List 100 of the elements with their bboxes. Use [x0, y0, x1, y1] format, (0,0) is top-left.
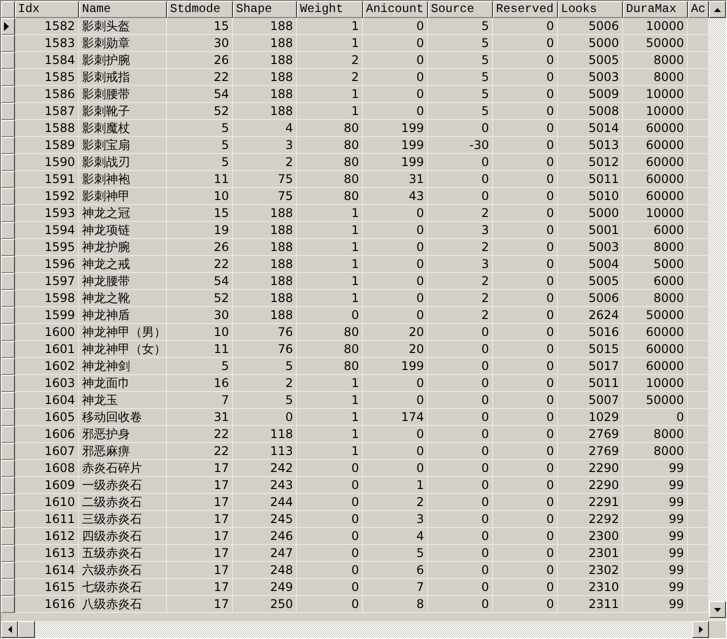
- row-indicator[interactable]: [1, 35, 15, 52]
- table-cell: 1614: [15, 562, 79, 579]
- horizontal-scrollbar[interactable]: [1, 621, 709, 638]
- table-cell: 60000: [623, 120, 688, 137]
- column-header[interactable]: Name: [79, 1, 167, 18]
- row-indicator[interactable]: [1, 222, 15, 239]
- row-indicator[interactable]: [1, 409, 15, 426]
- column-header[interactable]: Weight: [297, 1, 363, 18]
- table-cell: 99: [623, 511, 688, 528]
- scroll-up-button[interactable]: [709, 1, 726, 18]
- table-cell: 1582: [15, 18, 79, 35]
- table-cell: 20: [363, 341, 428, 358]
- row-indicator[interactable]: [1, 239, 15, 256]
- table-cell: 10000: [623, 86, 688, 103]
- table-cell: 19: [167, 222, 233, 239]
- row-indicator[interactable]: [1, 426, 15, 443]
- row-indicator[interactable]: [1, 137, 15, 154]
- table-cell: 0: [493, 35, 558, 52]
- row-indicator[interactable]: [1, 52, 15, 69]
- table-cell: 5003: [558, 69, 623, 86]
- column-header[interactable]: Stdmode: [167, 1, 233, 18]
- row-indicator[interactable]: [1, 545, 15, 562]
- column-header[interactable]: Source: [428, 1, 493, 18]
- row-indicator[interactable]: [1, 511, 15, 528]
- row-indicator[interactable]: [1, 494, 15, 511]
- table-cell: 249: [233, 579, 297, 596]
- table-cell: 2624: [558, 307, 623, 324]
- row-indicator[interactable]: [1, 256, 15, 273]
- table-cell: 0: [297, 528, 363, 545]
- row-indicator[interactable]: [1, 18, 15, 35]
- table-cell: 1604: [15, 392, 79, 409]
- column-header[interactable]: Idx: [15, 1, 79, 18]
- column-header[interactable]: Looks: [558, 1, 623, 18]
- table-cell: 1597: [15, 273, 79, 290]
- row-indicator[interactable]: [1, 358, 15, 375]
- table-cell: 17: [167, 494, 233, 511]
- table-cell: 5016: [558, 324, 623, 341]
- row-indicator[interactable]: [1, 460, 15, 477]
- row-indicator[interactable]: [1, 205, 15, 222]
- table-cell: 30: [167, 307, 233, 324]
- row-indicator[interactable]: [1, 171, 15, 188]
- table-cell: 5: [363, 545, 428, 562]
- table-cell: 76: [233, 324, 297, 341]
- table-cell: 二级赤炎石: [79, 494, 167, 511]
- row-indicator[interactable]: [1, 154, 15, 171]
- row-indicator[interactable]: [1, 120, 15, 137]
- column-header[interactable]: Reserved: [493, 1, 558, 18]
- scrollbar-thumb[interactable]: [18, 621, 35, 638]
- table-cell: 0: [493, 528, 558, 545]
- table-cell: 5: [167, 154, 233, 171]
- row-indicator[interactable]: [1, 69, 15, 86]
- row-indicator[interactable]: [1, 86, 15, 103]
- table-cell: 5: [233, 392, 297, 409]
- table-cell: 188: [233, 222, 297, 239]
- table-cell: 0: [363, 239, 428, 256]
- row-indicator[interactable]: [1, 307, 15, 324]
- table-cell: 0: [297, 562, 363, 579]
- table-cell: 1610: [15, 494, 79, 511]
- row-indicator[interactable]: [1, 562, 15, 579]
- table-cell: 0: [297, 307, 363, 324]
- scroll-down-button[interactable]: [709, 601, 726, 618]
- table-cell: 1600: [15, 324, 79, 341]
- table-cell: 5009: [558, 86, 623, 103]
- row-indicator[interactable]: [1, 188, 15, 205]
- table-cell: 245: [233, 511, 297, 528]
- table-cell: 神龙之冠: [79, 205, 167, 222]
- table-cell: 2290: [558, 460, 623, 477]
- row-indicator[interactable]: [1, 443, 15, 460]
- row-indicator[interactable]: [1, 528, 15, 545]
- table-cell: 5: [167, 120, 233, 137]
- row-indicator[interactable]: [1, 324, 15, 341]
- table-cell: 0: [233, 409, 297, 426]
- row-indicator[interactable]: [1, 103, 15, 120]
- row-indicator[interactable]: [1, 596, 15, 613]
- table-cell: 0: [363, 460, 428, 477]
- table-cell: 2: [428, 239, 493, 256]
- row-indicator[interactable]: [1, 341, 15, 358]
- column-header[interactable]: Shape: [233, 1, 297, 18]
- table-cell: 5: [167, 358, 233, 375]
- column-header[interactable]: Anicount: [363, 1, 428, 18]
- table-cell: 1: [297, 239, 363, 256]
- vertical-scrollbar[interactable]: [709, 1, 726, 621]
- scroll-right-button[interactable]: [692, 621, 709, 638]
- row-indicator[interactable]: [1, 290, 15, 307]
- table-cell: 60000: [623, 137, 688, 154]
- column-header[interactable]: Ac: [688, 1, 709, 18]
- table-cell: 5006: [558, 18, 623, 35]
- row-indicator[interactable]: [1, 375, 15, 392]
- row-indicator[interactable]: [1, 579, 15, 596]
- column-header[interactable]: DuraMax: [623, 1, 688, 18]
- scroll-left-button[interactable]: [1, 621, 18, 638]
- table-cell: 1594: [15, 222, 79, 239]
- table-cell: 17: [167, 460, 233, 477]
- table-cell: 2: [428, 307, 493, 324]
- row-indicator[interactable]: [1, 273, 15, 290]
- row-indicator[interactable]: [1, 392, 15, 409]
- table-cell: 赤炎石碎片: [79, 460, 167, 477]
- table-cell: 60000: [623, 341, 688, 358]
- table-cell: 31: [167, 409, 233, 426]
- row-indicator[interactable]: [1, 477, 15, 494]
